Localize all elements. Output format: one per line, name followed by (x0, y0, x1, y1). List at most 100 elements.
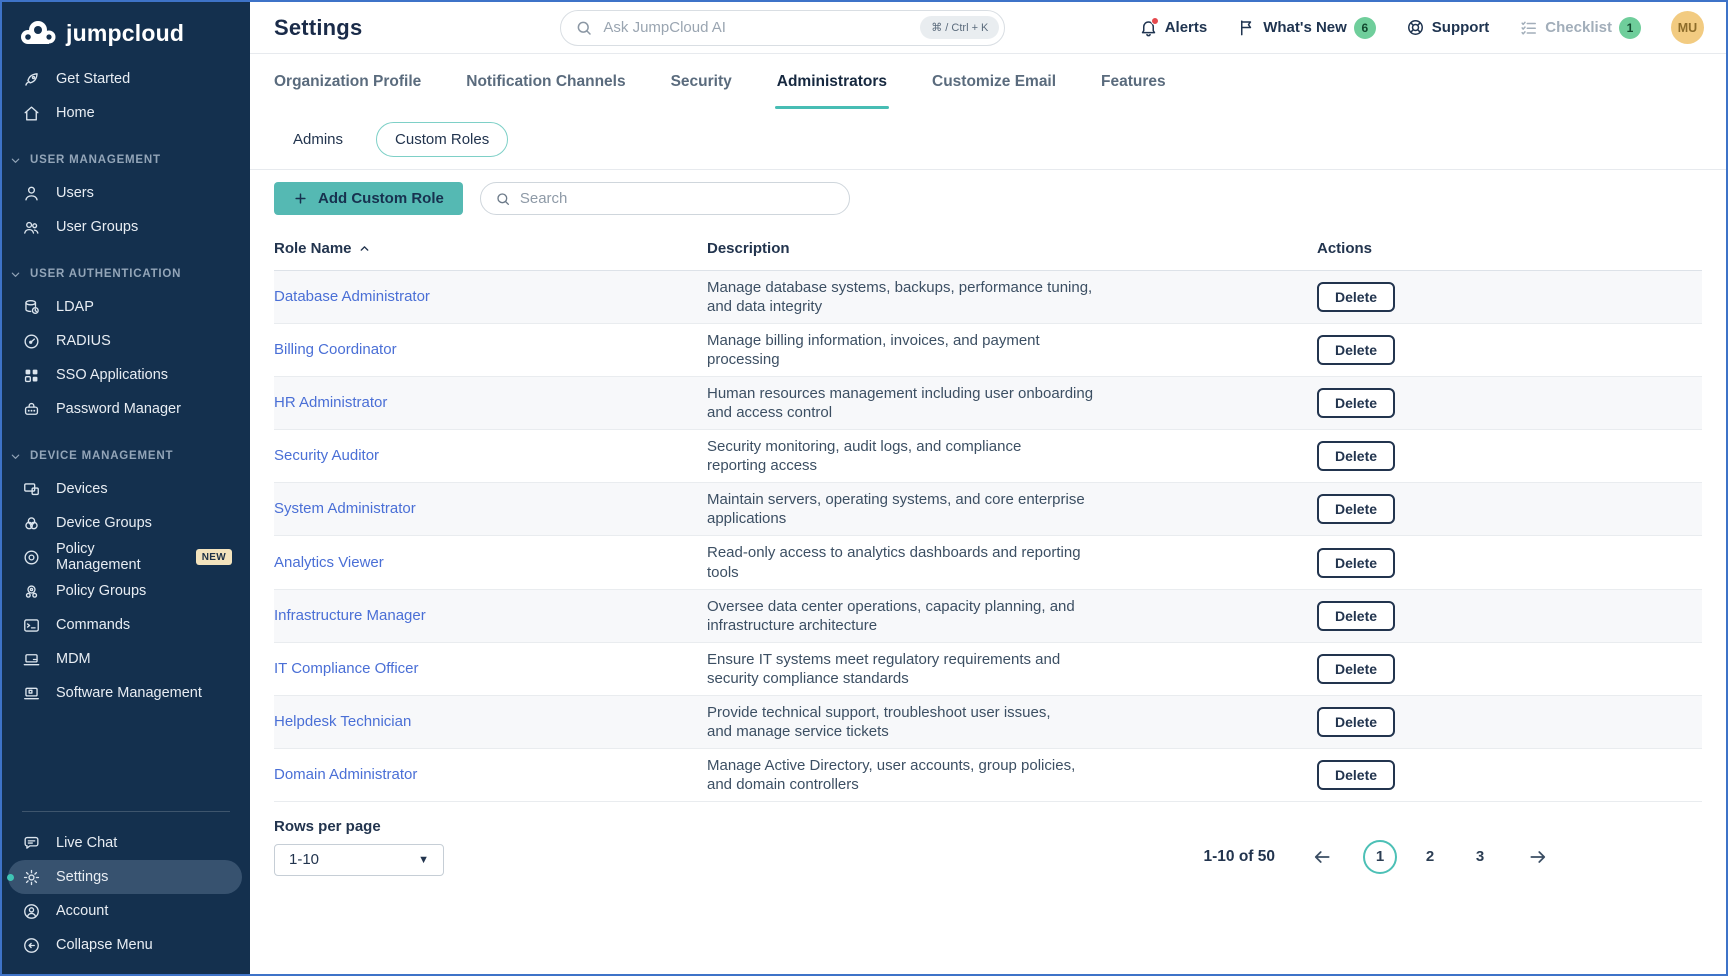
support-button[interactable]: Support (1406, 18, 1490, 37)
sidebar-item-devices[interactable]: Devices (8, 472, 242, 506)
delete-role-button[interactable]: Delete (1317, 707, 1395, 737)
sidebar-item-policy-management[interactable]: Policy ManagementNEW (8, 540, 242, 574)
table-row: Billing CoordinatorManage billing inform… (274, 324, 1702, 377)
add-custom-role-button[interactable]: Add Custom Role (274, 182, 463, 215)
custom-roles-content: Add Custom Role Role Name Description Ac… (250, 170, 1726, 974)
pagination-page-2[interactable]: 2 (1413, 840, 1447, 874)
role-name-link[interactable]: Security Auditor (274, 447, 379, 464)
delete-role-button[interactable]: Delete (1317, 282, 1395, 312)
delete-role-button[interactable]: Delete (1317, 654, 1395, 684)
arrow-right-icon (1528, 847, 1548, 867)
page-title: Settings (274, 15, 362, 41)
tab-customize-email[interactable]: Customize Email (932, 54, 1056, 110)
rows-per-page-label: Rows per page (274, 818, 444, 835)
collapse-icon (22, 936, 41, 955)
table-row: Security AuditorSecurity monitoring, aud… (274, 430, 1702, 483)
sidebar-item-label: SSO Applications (56, 367, 168, 383)
sidebar-item-password-manager[interactable]: Password Manager (8, 392, 242, 426)
role-name-link[interactable]: Analytics Viewer (274, 554, 384, 571)
pagination-next-button[interactable] (1524, 843, 1552, 871)
chevron-down-icon (10, 451, 21, 462)
global-search-input[interactable]: Ask JumpCloud AI ⌘ / Ctrl + K (560, 10, 1005, 46)
role-name-link[interactable]: Helpdesk Technician (274, 713, 411, 730)
delete-role-button[interactable]: Delete (1317, 441, 1395, 471)
main-area: Settings Ask JumpCloud AI ⌘ / Ctrl + K A… (250, 2, 1726, 974)
alerts-button[interactable]: Alerts (1139, 18, 1208, 37)
sidebar-item-user-groups[interactable]: User Groups (8, 210, 242, 244)
tab-administrators[interactable]: Administrators (777, 54, 887, 110)
delete-role-button[interactable]: Delete (1317, 548, 1395, 578)
sidebar-item-sso-applications[interactable]: SSO Applications (8, 358, 242, 392)
pagination-page-1[interactable]: 1 (1363, 840, 1397, 874)
subtab-custom-roles[interactable]: Custom Roles (376, 122, 508, 157)
checklist-button[interactable]: Checklist 1 (1519, 17, 1641, 39)
sidebar-item-device-groups[interactable]: Device Groups (8, 506, 242, 540)
sidebar-item-label: Users (56, 185, 94, 201)
pagination-page-3[interactable]: 3 (1463, 840, 1497, 874)
delete-role-button[interactable]: Delete (1317, 494, 1395, 524)
subtab-admins[interactable]: Admins (274, 122, 362, 157)
delete-role-button[interactable]: Delete (1317, 335, 1395, 365)
settings-tabbar: Organization Profile Notification Channel… (250, 54, 1726, 110)
sidebar-section-device-management[interactable]: DEVICE MANAGEMENT (2, 450, 250, 462)
role-name-link[interactable]: IT Compliance Officer (274, 660, 419, 677)
column-header-role-name[interactable]: Role Name (274, 240, 707, 257)
app-window: jumpcloud Get StartedHomeUSER MANAGEMENT… (0, 0, 1728, 976)
bell-icon (1139, 18, 1158, 37)
sidebar-item-home[interactable]: Home (8, 96, 242, 130)
sidebar-item-account[interactable]: Account (8, 894, 242, 928)
role-name-link[interactable]: HR Administrator (274, 394, 387, 411)
sidebar-item-label: Account (56, 903, 108, 919)
role-description: Read-only access to analytics dashboards… (707, 536, 1147, 588)
sidebar-item-users[interactable]: Users (8, 176, 242, 210)
rows-per-page-control: Rows per page 1-10 ▼ (274, 818, 444, 876)
sidebar-item-commands[interactable]: Commands (8, 608, 242, 642)
role-name-link[interactable]: System Administrator (274, 500, 416, 517)
user-avatar[interactable]: MU (1671, 11, 1704, 44)
section-title: USER MANAGEMENT (30, 154, 161, 166)
role-name-link[interactable]: Billing Coordinator (274, 341, 397, 358)
sidebar-item-label: Devices (56, 481, 108, 497)
arrow-left-icon (1312, 847, 1332, 867)
sidebar-section-user-authentication[interactable]: USER AUTHENTICATION (2, 268, 250, 280)
pagination-prev-button[interactable] (1308, 843, 1336, 871)
administrators-subtabs: Admins Custom Roles (250, 110, 1726, 170)
sidebar-item-mdm[interactable]: MDM (8, 642, 242, 676)
role-name-link[interactable]: Domain Administrator (274, 766, 417, 783)
checklist-count-badge: 1 (1619, 17, 1641, 39)
sidebar-section-user-management[interactable]: USER MANAGEMENT (2, 154, 250, 166)
roles-search-input[interactable] (520, 190, 835, 207)
top-actions: Alerts What's New 6 Support (1139, 11, 1704, 44)
delete-role-button[interactable]: Delete (1317, 388, 1395, 418)
tab-notification-channels[interactable]: Notification Channels (466, 54, 625, 110)
delete-role-button[interactable]: Delete (1317, 760, 1395, 790)
tab-organization-profile[interactable]: Organization Profile (274, 54, 421, 110)
tab-features[interactable]: Features (1101, 54, 1166, 110)
alerts-label: Alerts (1165, 19, 1208, 36)
roles-search-box[interactable] (480, 182, 850, 215)
sidebar-item-collapse-menu[interactable]: Collapse Menu (8, 928, 242, 962)
sidebar-item-label: Policy Management (56, 541, 181, 573)
sidebar-item-live-chat[interactable]: Live Chat (8, 826, 242, 860)
gear-icon (22, 868, 41, 887)
active-indicator-dot (7, 874, 14, 881)
sort-ascending-icon (358, 242, 371, 255)
alert-notification-dot (1151, 17, 1159, 25)
sidebar-item-settings[interactable]: Settings (8, 860, 242, 894)
sidebar-item-label: LDAP (56, 299, 94, 315)
sidebar-item-get-started[interactable]: Get Started (8, 62, 242, 96)
delete-role-button[interactable]: Delete (1317, 601, 1395, 631)
sidebar-item-policy-groups[interactable]: Policy Groups (8, 574, 242, 608)
whats-new-button[interactable]: What's New 6 (1237, 17, 1376, 39)
search-icon (495, 191, 511, 207)
role-name-link[interactable]: Infrastructure Manager (274, 607, 426, 624)
sidebar-divider (22, 811, 230, 812)
chevron-down-icon (10, 155, 21, 166)
sidebar-item-radius[interactable]: RADIUS (8, 324, 242, 358)
tab-security[interactable]: Security (671, 54, 732, 110)
role-name-link[interactable]: Database Administrator (274, 288, 430, 305)
rows-per-page-select[interactable]: 1-10 ▼ (274, 844, 444, 876)
search-icon (575, 19, 593, 37)
sidebar-item-ldap[interactable]: LDAP (8, 290, 242, 324)
sidebar-item-software-management[interactable]: Software Management (8, 676, 242, 710)
